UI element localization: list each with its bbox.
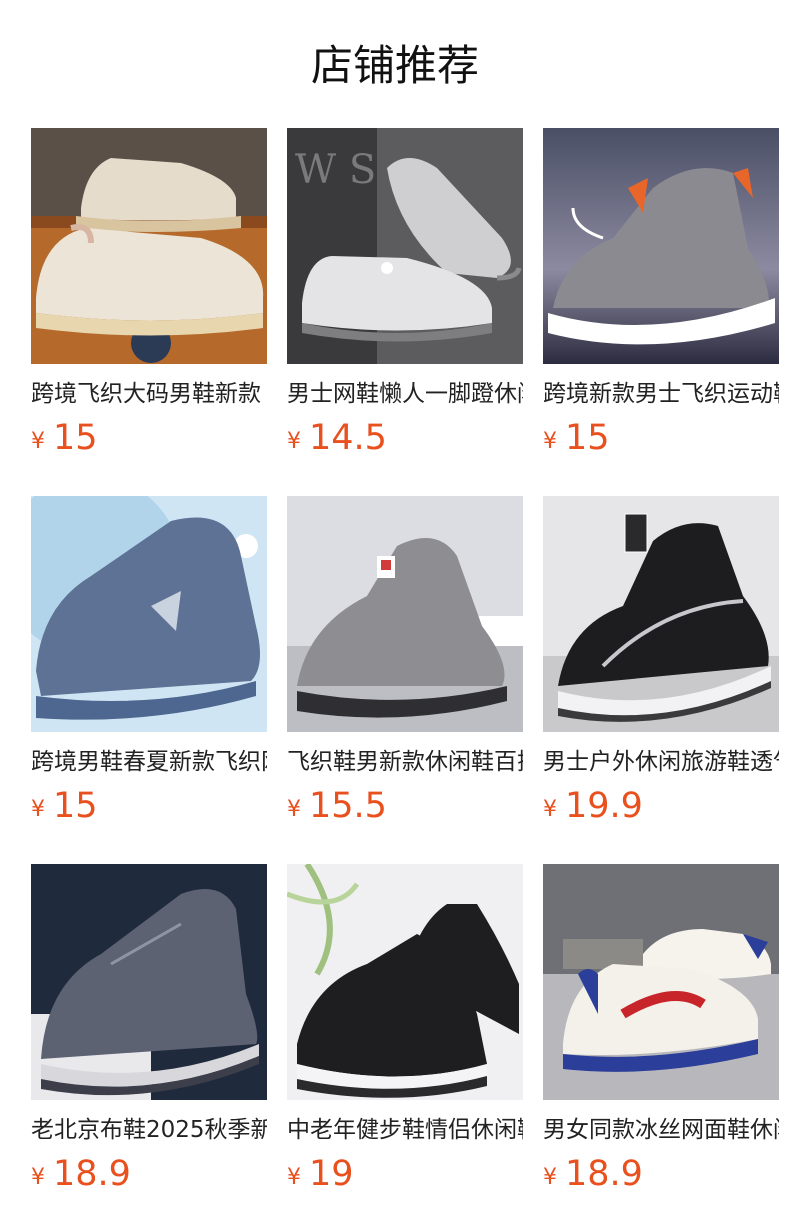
product-name[interactable]: 飞织鞋男新款休闲鞋百搭 bbox=[287, 746, 523, 778]
product-image[interactable]: W S bbox=[287, 128, 523, 364]
product-name[interactable]: 跨境新款男士飞织运动鞋 bbox=[543, 378, 779, 410]
product-image[interactable] bbox=[543, 864, 779, 1100]
product-card[interactable]: 跨境男鞋春夏新款飞织网 ¥15 bbox=[31, 496, 267, 841]
product-name[interactable]: 老北京布鞋2025秋季新款 bbox=[31, 1114, 267, 1146]
product-name[interactable]: 跨境飞织大码男鞋新款 bbox=[31, 378, 267, 410]
product-card[interactable]: 跨境飞织大码男鞋新款 ¥15 bbox=[31, 128, 267, 473]
currency-symbol: ¥ bbox=[543, 797, 557, 822]
product-image[interactable] bbox=[287, 496, 523, 732]
price-amount: 18.9 bbox=[53, 1154, 131, 1194]
currency-symbol: ¥ bbox=[543, 429, 557, 454]
product-card[interactable]: 老北京布鞋2025秋季新款 ¥18.9 bbox=[31, 864, 267, 1209]
price-amount: 15 bbox=[53, 786, 98, 826]
price-amount: 19 bbox=[309, 1154, 354, 1194]
currency-symbol: ¥ bbox=[287, 797, 301, 822]
product-name[interactable]: 跨境男鞋春夏新款飞织网 bbox=[31, 746, 267, 778]
product-price: ¥15 bbox=[31, 784, 98, 828]
product-card[interactable]: 跨境新款男士飞织运动鞋 ¥15 bbox=[543, 128, 779, 473]
product-price: ¥18.9 bbox=[31, 1152, 131, 1196]
currency-symbol: ¥ bbox=[287, 1165, 301, 1190]
product-image[interactable] bbox=[543, 128, 779, 364]
price-amount: 14.5 bbox=[309, 418, 387, 458]
product-price: ¥15 bbox=[543, 416, 610, 460]
currency-symbol: ¥ bbox=[543, 1165, 557, 1190]
currency-symbol: ¥ bbox=[31, 797, 45, 822]
product-image[interactable] bbox=[31, 496, 267, 732]
svg-text:W S: W S bbox=[295, 147, 376, 193]
currency-symbol: ¥ bbox=[287, 429, 301, 454]
product-name[interactable]: 男士户外休闲旅游鞋透气 bbox=[543, 746, 779, 778]
currency-symbol: ¥ bbox=[31, 1165, 45, 1190]
product-image[interactable] bbox=[287, 864, 523, 1100]
product-card[interactable]: 男士户外休闲旅游鞋透气 ¥19.9 bbox=[543, 496, 779, 841]
price-amount: 19.9 bbox=[565, 786, 643, 826]
product-name[interactable]: 男女同款冰丝网面鞋休闲 bbox=[543, 1114, 779, 1146]
product-price: ¥19 bbox=[287, 1152, 354, 1196]
product-card[interactable]: 飞织鞋男新款休闲鞋百搭 ¥15.5 bbox=[287, 496, 523, 841]
product-name[interactable]: 中老年健步鞋情侣休闲鞋 bbox=[287, 1114, 523, 1146]
product-name[interactable]: 男士网鞋懒人一脚蹬休闲 bbox=[287, 378, 523, 410]
price-amount: 18.9 bbox=[565, 1154, 643, 1194]
product-price: ¥18.9 bbox=[543, 1152, 643, 1196]
product-price: ¥19.9 bbox=[543, 784, 643, 828]
product-image[interactable] bbox=[31, 864, 267, 1100]
price-amount: 15.5 bbox=[309, 786, 387, 826]
currency-symbol: ¥ bbox=[31, 429, 45, 454]
section-title: 店铺推荐 bbox=[310, 41, 479, 90]
product-price: ¥15.5 bbox=[287, 784, 387, 828]
product-card[interactable]: 中老年健步鞋情侣休闲鞋 ¥19 bbox=[287, 864, 523, 1209]
price-amount: 15 bbox=[53, 418, 98, 458]
product-card[interactable]: 男女同款冰丝网面鞋休闲 ¥18.9 bbox=[543, 864, 779, 1209]
price-amount: 15 bbox=[565, 418, 610, 458]
product-image[interactable] bbox=[543, 496, 779, 732]
product-image[interactable] bbox=[31, 128, 267, 364]
product-price: ¥15 bbox=[31, 416, 98, 460]
product-price: ¥14.5 bbox=[287, 416, 387, 460]
product-card[interactable]: W S 男士网鞋懒人一脚蹬休闲 ¥14.5 bbox=[287, 128, 523, 473]
